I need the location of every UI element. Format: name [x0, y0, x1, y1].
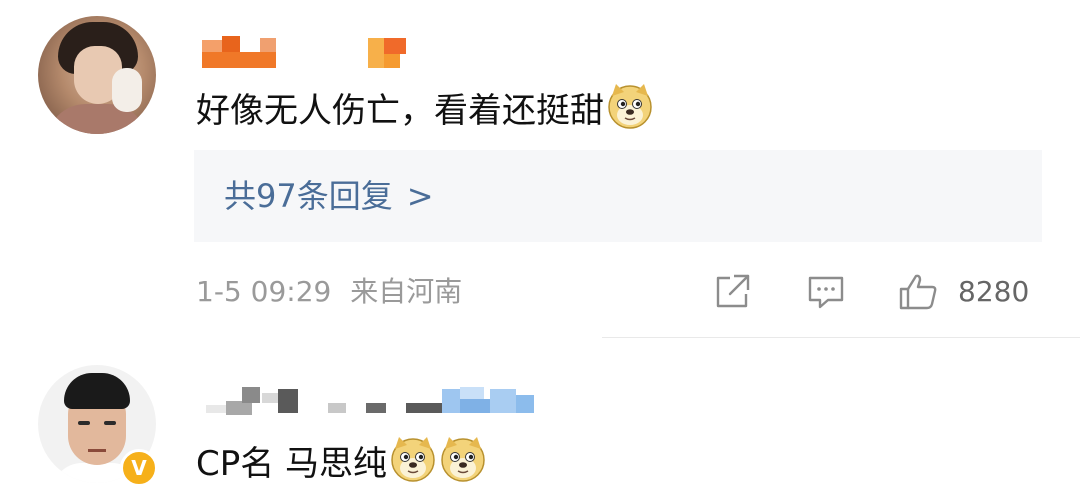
thumbs-up-icon[interactable]	[898, 272, 938, 312]
reply-summary-box[interactable]: 共97条回复 >	[194, 150, 1042, 242]
location: 来自河南	[350, 275, 463, 308]
like-count: 8280	[958, 275, 1030, 308]
comment-text: 好像无人伤亡，看着还挺甜	[196, 82, 654, 132]
comment-text: CP名 马思纯	[196, 435, 487, 485]
chevron-right-icon: >	[406, 177, 434, 215]
comment-text-content: CP名 马思纯	[196, 444, 388, 484]
comment-icon[interactable]	[806, 272, 846, 312]
doge-emoji	[608, 84, 652, 129]
avatar[interactable]	[38, 16, 156, 134]
username-censored[interactable]	[200, 34, 410, 70]
reply-count-label: 共97条回复	[224, 177, 393, 215]
divider	[602, 337, 1080, 338]
comment-text-content: 好像无人伤亡，看着还挺甜	[196, 91, 604, 131]
verified-badge-icon: V	[120, 449, 158, 487]
comment-meta: 1-5 09:29 来自河南	[196, 272, 462, 312]
timestamp: 1-5 09:29	[196, 275, 332, 308]
username-censored[interactable]	[200, 385, 540, 421]
view-replies-link[interactable]: 共97条回复 >	[224, 174, 434, 218]
share-icon[interactable]	[712, 272, 752, 312]
doge-emoji	[391, 437, 435, 482]
doge-emoji	[441, 437, 485, 482]
